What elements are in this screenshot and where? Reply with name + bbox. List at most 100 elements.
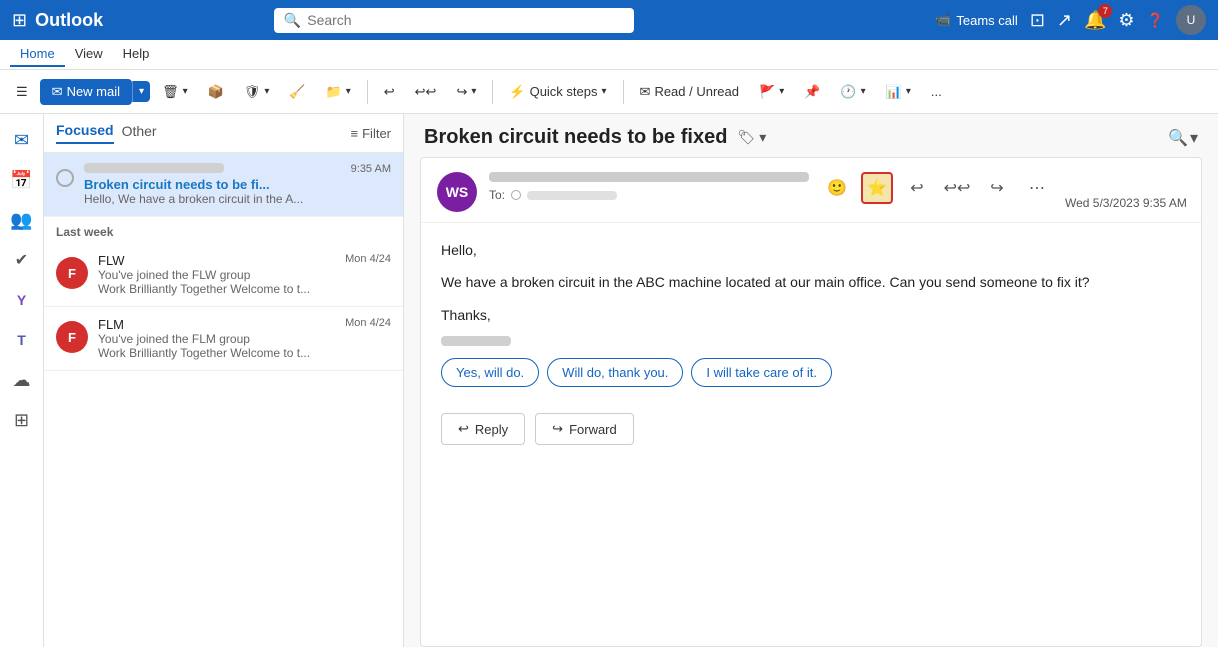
undo-button[interactable]: ↩ (376, 80, 403, 104)
mail-item-content: Broken circuit needs to be fi... Hello, … (84, 163, 341, 206)
new-mail-caret[interactable]: ▾ (132, 81, 150, 102)
sidebar-item-yammer[interactable]: Y (4, 282, 40, 318)
flm-content: FLM You've joined the FLM group Work Bri… (98, 317, 335, 360)
title-bar-right: 📹 Teams call ⊡ ↗ 🔔 7 ⚙ ❓ U (935, 5, 1206, 35)
body-line1: We have a broken circuit in the ABC mach… (441, 274, 1090, 290)
waffle-icon[interactable]: ⊞ (12, 10, 27, 31)
sidebar-item-people[interactable]: 👥 (4, 202, 40, 238)
rules-icon: 🛡 (244, 84, 261, 100)
new-mail-button[interactable]: ✉ New mail (40, 79, 132, 105)
multi-window-icon[interactable]: ⊡ (1030, 10, 1045, 31)
mail-sender-blur (84, 163, 224, 173)
flw-preview: You've joined the FLW group (98, 268, 335, 282)
menu-view[interactable]: View (65, 42, 113, 67)
toolbar-divider-2 (492, 80, 493, 104)
search-icon: 🔍 (284, 12, 301, 29)
mail-items: Broken circuit needs to be fi... Hello, … (44, 153, 403, 647)
teams-call-button[interactable]: 📹 Teams call (935, 12, 1018, 28)
undo-icon: ↩ (384, 84, 395, 100)
sidebar-item-teams[interactable]: T (4, 322, 40, 358)
sidebar-item-apps[interactable]: ⊞ (4, 402, 40, 438)
email-card-header: WS To: 🙂 ⭐ ↩ ↩↩ ↪ ⋯ Wed (421, 158, 1201, 223)
filter-button[interactable]: ≡ Filter (351, 126, 391, 141)
flw-avatar: F (56, 257, 88, 289)
more-button[interactable]: ... (923, 80, 950, 103)
delete-button[interactable]: 🗑▾ (154, 80, 196, 104)
subject-dropdown[interactable]: 🏷 ▾ (737, 129, 766, 146)
lightning-icon: ⚡ (509, 84, 525, 100)
forward-button[interactable]: ↪ Forward (535, 413, 634, 445)
mail-item-selected[interactable]: Broken circuit needs to be fi... Hello, … (44, 153, 403, 217)
flw-content: FLW You've joined the FLW group Work Bri… (98, 253, 335, 296)
notification-icon[interactable]: 🔔 7 (1084, 10, 1106, 31)
email-body-text: We have a broken circuit in the ABC mach… (441, 271, 1181, 293)
zoom-caret: ▾ (1190, 128, 1198, 148)
quick-replies: Yes, will do. Will do, thank you. I will… (441, 358, 1181, 387)
app-name: Outlook (35, 10, 103, 31)
more-header-button[interactable]: ⋯ (1021, 172, 1053, 204)
read-unread-button[interactable]: ✉ Read / Unread (632, 80, 747, 104)
search-bar[interactable]: 🔍 (274, 8, 634, 33)
video-icon: 📹 (935, 12, 951, 28)
email-footer: ↩ Reply ↪ Forward (421, 403, 1201, 461)
sidebar-item-tasks[interactable]: ✔ (4, 242, 40, 278)
mail-item-flm[interactable]: F FLM You've joined the FLM group Work B… (44, 307, 403, 371)
mail-item-flw[interactable]: F FLW You've joined the FLW group Work B… (44, 243, 403, 307)
reply-all-button[interactable]: ↩↩ (407, 80, 445, 104)
flw-name: FLW (98, 253, 335, 268)
mail-time: 9:35 AM (351, 163, 391, 175)
reading-pane: Broken circuit needs to be fixed 🏷 ▾ 🔍 ▾… (404, 114, 1218, 647)
tab-focused[interactable]: Focused (56, 122, 114, 144)
flag-button[interactable]: 🚩▾ (751, 80, 792, 104)
mail-preview: Hello, We have a broken circuit in the A… (84, 192, 341, 206)
emoji-button[interactable]: 🙂 (821, 172, 853, 204)
zoom-icon: 🔍 (1168, 128, 1188, 148)
to-name-blur (527, 191, 617, 200)
tab-other[interactable]: Other (122, 123, 157, 143)
sender-avatar: WS (437, 172, 477, 212)
reply-icon: ↩ (458, 421, 469, 437)
sidebar-item-onedrive[interactable]: ☁ (4, 362, 40, 398)
reply-button[interactable]: ↩ Reply (441, 413, 525, 445)
menu-help[interactable]: Help (113, 42, 160, 67)
star-button[interactable]: ⭐ (861, 172, 893, 204)
quick-reply-2[interactable]: Will do, thank you. (547, 358, 683, 387)
help-icon[interactable]: ❓ (1147, 12, 1164, 29)
chevron-down-icon: ▾ (759, 129, 766, 146)
view-icon: 📊 (886, 84, 902, 100)
view-button[interactable]: 📊▾ (878, 80, 919, 104)
email-subject-title: Broken circuit needs to be fixed (424, 126, 727, 149)
sender-name-blur (489, 172, 809, 182)
settings-icon[interactable]: ⚙ (1118, 10, 1134, 31)
email-actions: 🙂 ⭐ ↩ ↩↩ ↪ ⋯ (821, 172, 1053, 204)
share-icon[interactable]: ↗ (1057, 10, 1072, 31)
search-input[interactable] (307, 12, 624, 28)
title-bar-grid: ⊞ Outlook 🔍 📹 Teams call ⊡ ↗ 🔔 7 ⚙ ❓ U (12, 5, 1206, 35)
move-button[interactable]: 📁▾ (318, 80, 359, 104)
tag-icon: 🏷 (737, 129, 755, 146)
menu-home[interactable]: Home (10, 42, 65, 67)
menu-expand-button[interactable]: ☰ (8, 80, 36, 104)
pin-button[interactable]: 📌 (796, 80, 828, 104)
quick-reply-3[interactable]: I will take care of it. (691, 358, 832, 387)
archive-button[interactable]: 📦 (200, 80, 232, 104)
quick-steps-button[interactable]: ⚡ Quick steps ▾ (501, 80, 614, 104)
flw-preview2: Work Brilliantly Together Welcome to t..… (98, 282, 335, 296)
sidebar-item-mail[interactable]: ✉ (4, 122, 40, 158)
forward-toolbar-button[interactable]: ↪▾ (448, 80, 484, 104)
rules-button[interactable]: 🛡▾ (236, 80, 278, 104)
reply-all-header-button[interactable]: ↩↩ (941, 172, 973, 204)
quick-reply-1[interactable]: Yes, will do. (441, 358, 539, 387)
mail-select-radio[interactable] (56, 169, 74, 187)
snooze-button[interactable]: 🕐▾ (832, 80, 873, 104)
user-avatar[interactable]: U (1176, 5, 1206, 35)
sidebar-item-calendar[interactable]: 📅 (4, 162, 40, 198)
email-to-row: To: (489, 188, 809, 202)
zoom-button[interactable]: 🔍 ▾ (1168, 128, 1198, 148)
reading-header-right: 🔍 ▾ (1168, 128, 1198, 148)
forward-header-button[interactable]: ↪ (981, 172, 1013, 204)
reply-header-button[interactable]: ↩ (901, 172, 933, 204)
menu-bar: Home View Help (0, 40, 1218, 70)
flag-icon: 🚩 (759, 84, 775, 100)
sweep-button[interactable]: 🧹 (281, 80, 313, 104)
